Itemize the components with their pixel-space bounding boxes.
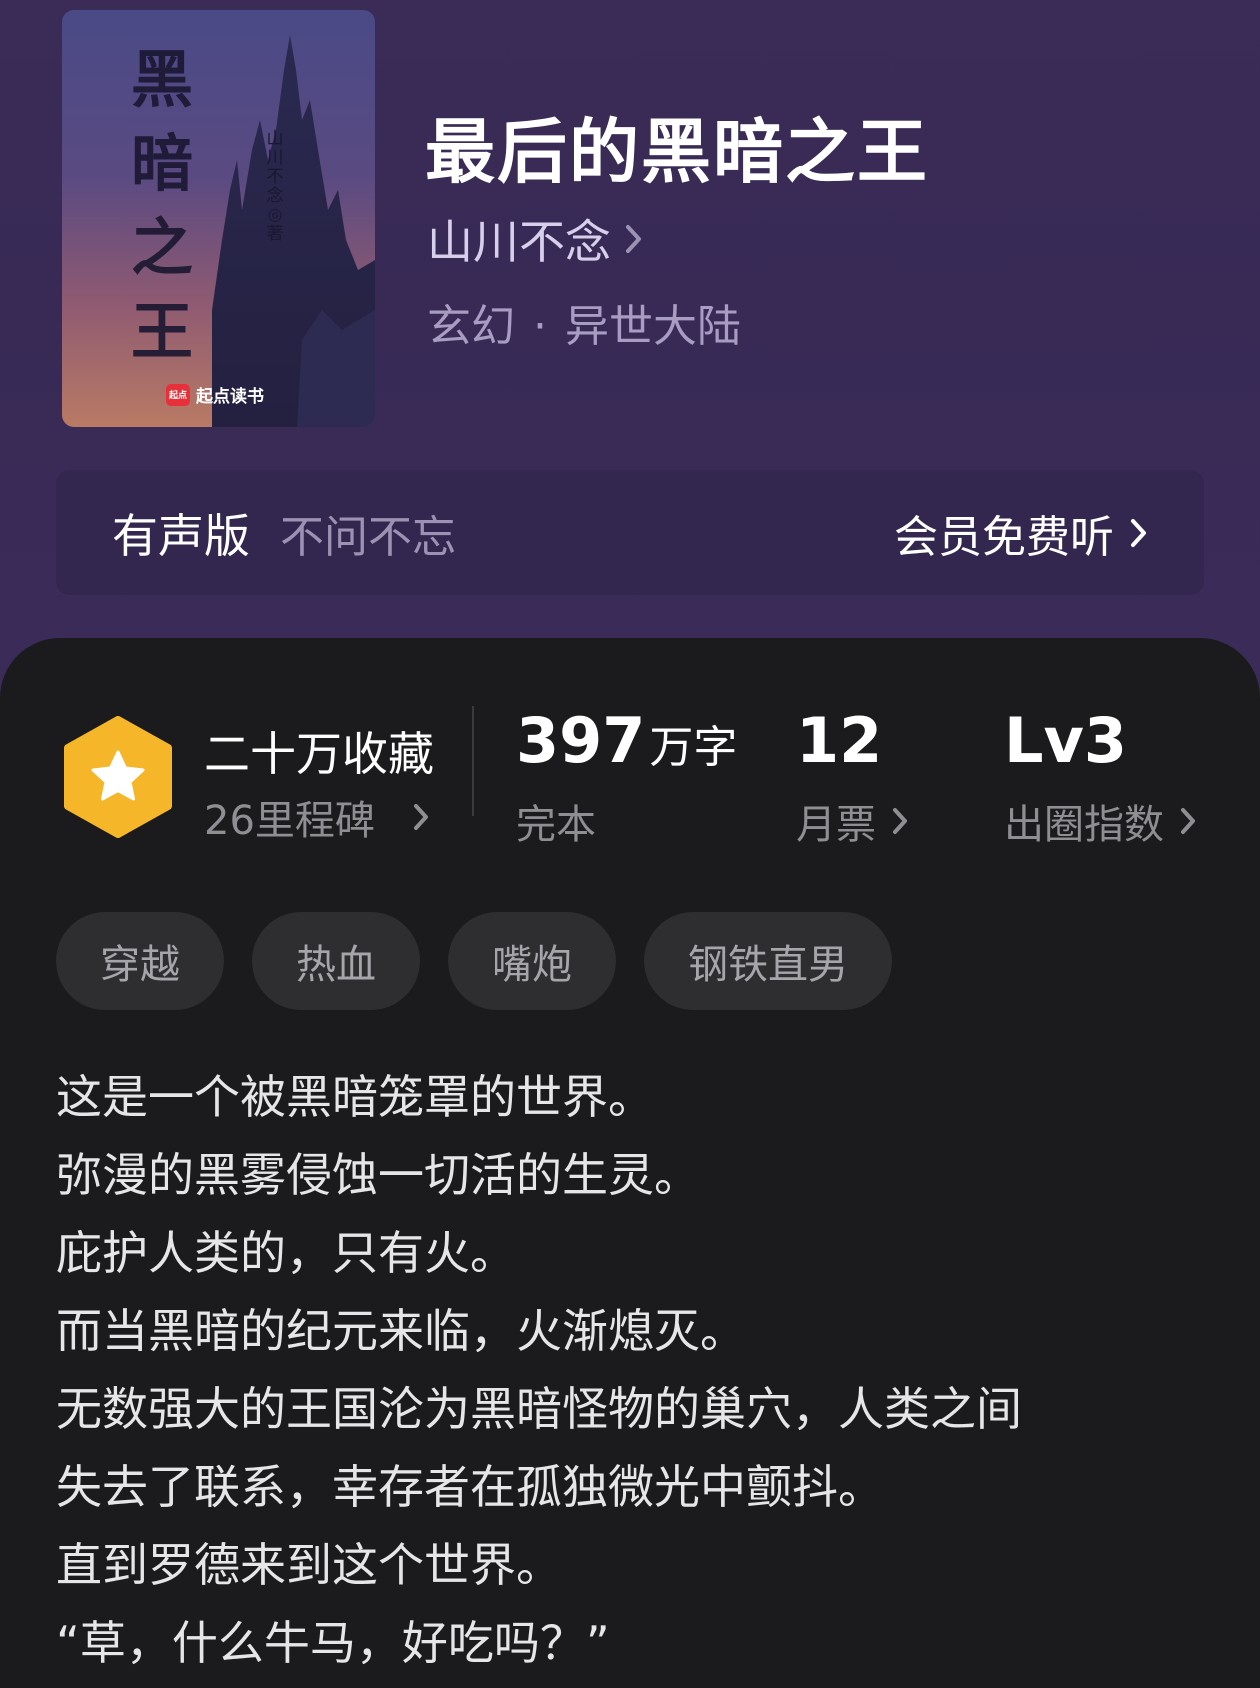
cover-author-vertical: 山川不念◎著 (266, 129, 284, 244)
book-header: 黑 暗 之 王 山川不念◎著 起点 起点读书 最后的黑暗之王 山川不念 玄幻 · 异… (0, 0, 1260, 700)
monthly-votes-link[interactable]: 月票 (796, 792, 908, 850)
book-detail-page: 黑 暗 之 王 山川不念◎著 起点 起点读书 最后的黑暗之王 山川不念 玄幻 · 异… (0, 0, 1260, 1688)
milestones-link[interactable]: 26里程碑 (204, 788, 429, 846)
monthly-votes-label: 月票 (796, 802, 876, 848)
synopsis-line: 庇护人类的，只有火。 (56, 1226, 516, 1280)
chevron-right-icon (626, 225, 641, 253)
audio-name: 不问不忘 (280, 511, 456, 563)
book-info-card: 二十万收藏 26里程碑 397万字 完本 12 月票 Lv3 出圈指数 穿越 热… (0, 638, 1260, 1688)
word-count-unit: 万字 (649, 722, 738, 773)
book-cover[interactable]: 黑 暗 之 王 山川不念◎著 起点 起点读书 (62, 10, 375, 427)
book-title: 最后的黑暗之王 (425, 110, 929, 193)
genre-separator: · (533, 301, 547, 352)
tag-chip[interactable]: 嘴炮 (448, 912, 616, 1010)
member-free-listen-label: 会员免费听 (894, 511, 1114, 563)
stats-row: 二十万收藏 26里程碑 397万字 完本 12 月票 Lv3 出圈指数 (0, 638, 1260, 868)
member-free-listen-button[interactable]: 会员免费听 (894, 501, 1148, 565)
genre-main: 玄幻 (427, 301, 515, 352)
genre-sub: 异世大陆 (565, 301, 741, 352)
synopsis-line: “草，什么牛马，好吃吗？” (56, 1616, 610, 1670)
popularity-index-link[interactable]: 出圈指数 (1004, 792, 1196, 850)
monthly-votes-count: 12 (796, 704, 883, 777)
chevron-right-icon (1181, 808, 1195, 834)
synopsis-line: 失去了联系，幸存者在孤独微光中颤抖。 (56, 1460, 884, 1514)
collections-count: 二十万收藏 (204, 727, 434, 781)
synopsis-line: 这是一个被黑暗笼罩的世界。 (56, 1070, 654, 1124)
popularity-index-label: 出圈指数 (1004, 802, 1164, 848)
brand-logo-icon: 起点 (166, 383, 190, 406)
tag-chip[interactable]: 钢铁直男 (644, 912, 892, 1010)
synopsis-line: 无数强大的王国沦为黑暗怪物的巢穴，人类之间 (56, 1382, 1022, 1436)
chevron-right-icon (893, 808, 907, 834)
author-link[interactable]: 山川不念 (427, 206, 643, 272)
popularity-level: Lv3 (1004, 704, 1128, 777)
chevron-right-icon (1131, 518, 1146, 547)
audio-label: 有声版 (112, 508, 250, 563)
stats-divider (472, 706, 474, 816)
word-count-value: 397 (516, 704, 646, 777)
brand-name: 起点读书 (196, 387, 264, 407)
synopsis-line: 直到罗德来到这个世界。 (56, 1538, 562, 1592)
castle-illustration (212, 35, 375, 427)
cover-brand: 起点 起点读书 (166, 382, 264, 407)
author-name: 山川不念 (427, 215, 611, 269)
audio-version-bar[interactable]: 有声版 不问不忘 会员免费听 (56, 470, 1204, 595)
cover-title-art: 黑 暗 之 王 (130, 43, 193, 368)
milestones-label: 26里程碑 (204, 798, 375, 844)
tag-list: 穿越 热血 嘴炮 钢铁直男 (56, 912, 892, 1010)
word-count: 397万字 (516, 704, 737, 777)
genre-line: 玄幻 · 异世大陆 (427, 290, 741, 354)
completion-status: 完本 (516, 802, 596, 848)
book-synopsis: 这是一个被黑暗笼罩的世界。 弥漫的黑雾侵蚀一切活的生灵。 庇护人类的，只有火。 … (56, 1058, 1216, 1682)
star-badge-icon[interactable] (62, 716, 174, 838)
chevron-right-icon (413, 804, 428, 830)
tag-chip[interactable]: 热血 (252, 912, 420, 1010)
synopsis-line: 而当黑暗的纪元来临，火渐熄灭。 (56, 1304, 746, 1358)
tag-chip[interactable]: 穿越 (56, 912, 224, 1010)
synopsis-line: 弥漫的黑雾侵蚀一切活的生灵。 (56, 1148, 700, 1202)
